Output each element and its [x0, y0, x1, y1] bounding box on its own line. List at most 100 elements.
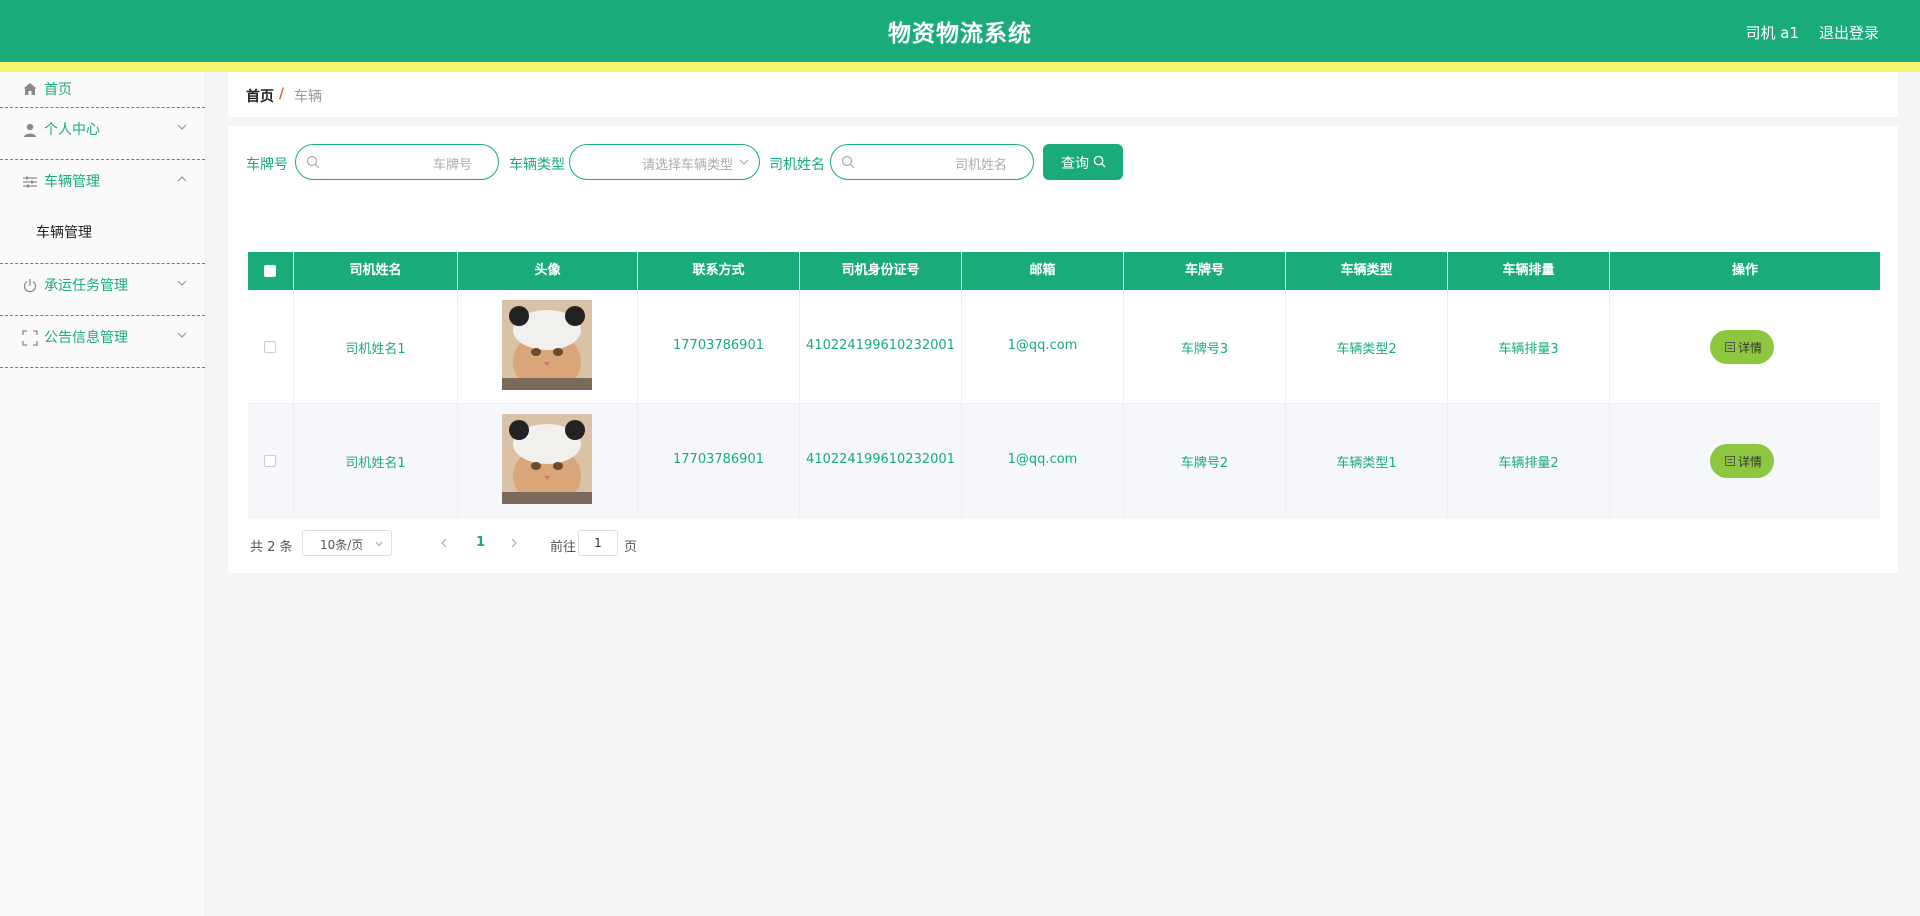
id-card-cell: 410224199610232001 [800, 404, 962, 518]
logout-link[interactable]: 退出登录 [1819, 22, 1879, 43]
detail-button-label: 详情 [1738, 455, 1763, 469]
sliders-icon [23, 176, 37, 188]
sidebar-item-label: 公告信息管理 [44, 330, 128, 346]
driver-name-search-input[interactable]: 司机姓名 [830, 144, 1034, 180]
driver-name: 司机姓名1 [345, 342, 406, 357]
plate: 车牌号3 [1180, 342, 1229, 357]
document-icon [1725, 342, 1735, 352]
phone-cell: 17703786901 [638, 404, 800, 518]
document-icon [1725, 456, 1735, 466]
phone-cell: 17703786901 [638, 290, 800, 404]
app-title: 物资物流系统 [888, 21, 1032, 47]
sidebar-item-label: 车辆管理 [44, 174, 100, 190]
type-cell: 车辆类型2 [1286, 290, 1448, 404]
sidebar-item-home[interactable]: 首页 [0, 72, 205, 108]
home-icon [23, 83, 37, 95]
column-header: 司机姓名 [294, 252, 458, 290]
breadcrumb-separator: / [279, 86, 285, 102]
sidebar-item-announcements[interactable]: 公告信息管理 [0, 316, 205, 368]
phone: 17703786901 [673, 338, 764, 353]
search-icon [306, 155, 320, 169]
driver-name-placeholder: 司机姓名 [954, 158, 1007, 173]
select-all-checkbox[interactable] [264, 265, 276, 277]
detail-button[interactable]: 详情 [1710, 444, 1774, 478]
avatar-cell [458, 290, 638, 404]
plate-search-input[interactable]: 车牌号 [295, 144, 499, 180]
id-card: 410224199610232001 [806, 338, 955, 353]
avatar-cell [458, 404, 638, 518]
sidebar-item-vehicle-management[interactable]: 车辆管理 车辆管理 [0, 160, 205, 264]
goto-page-input[interactable]: 1 [578, 530, 618, 556]
displacement: 车辆排量2 [1498, 456, 1559, 471]
breadcrumb-home[interactable]: 首页 [246, 86, 274, 106]
plate-cell: 车牌号3 [1124, 290, 1286, 404]
page-suffix: 页 [624, 540, 638, 555]
email-cell: 1@qq.com [962, 290, 1124, 404]
email-cell: 1@qq.com [962, 404, 1124, 518]
sidebar-item-label: 首页 [44, 82, 72, 98]
current-user: 司机 a1 [1745, 24, 1799, 42]
chevron-down-icon [177, 124, 187, 130]
column-header: 司机身份证号 [800, 252, 962, 290]
vehicle-type-placeholder: 请选择车辆类型 [641, 158, 733, 173]
detail-button[interactable]: 详情 [1710, 330, 1774, 364]
vehicle-type-label: 车辆类型 [509, 157, 565, 173]
sidebar-item-label: 承运任务管理 [44, 278, 128, 294]
header-select-cell [248, 252, 294, 290]
plate-cell: 车牌号2 [1124, 404, 1286, 518]
driver-name-cell: 司机姓名1 [294, 290, 458, 404]
query-button[interactable]: 查询 [1043, 144, 1123, 180]
search-icon [841, 155, 855, 169]
phone: 17703786901 [673, 452, 764, 467]
avatar [502, 300, 592, 390]
query-button-label: 查询 [1061, 156, 1089, 172]
page-size-select[interactable]: 10条/页 [302, 530, 392, 556]
top-header: 物资物流系统 司机 a1 退出登录 [0, 0, 1920, 72]
row-select-cell [248, 404, 294, 518]
chevron-down-icon [177, 280, 187, 286]
row-checkbox[interactable] [264, 341, 276, 353]
submenu-item-vehicle-management[interactable]: 车辆管理 [36, 222, 92, 242]
table-row: 司机姓名1 17703786901 410224199610232001 1@q… [248, 404, 1880, 518]
table-row: 司机姓名1 17703786901 410224199610232001 1@q… [248, 290, 1880, 404]
sidebar-item-personal-center[interactable]: 个人中心 [0, 108, 205, 160]
email: 1@qq.com [1007, 452, 1078, 467]
detail-button-label: 详情 [1738, 341, 1763, 355]
total-count: 共 2 条 [250, 540, 293, 555]
column-header: 车牌号 [1124, 252, 1286, 290]
action-cell: 详情 [1610, 404, 1880, 518]
chevron-down-icon [375, 541, 383, 547]
prev-page-icon[interactable] [440, 538, 448, 548]
row-select-cell [248, 290, 294, 404]
driver-name-cell: 司机姓名1 [294, 404, 458, 518]
row-checkbox[interactable] [264, 455, 276, 467]
sidebar: 首页 个人中心 车辆管理 车辆管理 承运任务管理 公告信息管理 [0, 72, 206, 916]
page-number[interactable]: 1 [476, 535, 485, 550]
vehicle-type: 车辆类型2 [1336, 342, 1397, 357]
page-size-value: 10条/页 [320, 538, 364, 552]
displacement-cell: 车辆排量2 [1448, 404, 1610, 518]
fullscreen-icon [22, 330, 38, 346]
driver-name-label: 司机姓名 [769, 157, 825, 173]
chevron-down-icon [739, 159, 749, 165]
goto-label: 前往 [550, 540, 577, 555]
user-icon [24, 123, 36, 137]
cat-photo [502, 414, 592, 504]
next-page-icon[interactable] [510, 538, 518, 548]
sidebar-item-transport-tasks[interactable]: 承运任务管理 [0, 264, 205, 316]
main-content: 车牌号 车牌号 车辆类型 请选择车辆类型 司机姓名 司机姓名 查询 司机姓名 头… [228, 126, 1898, 573]
avatar [502, 414, 592, 504]
cat-photo [502, 300, 592, 390]
breadcrumb: 首页 / 车辆 [228, 72, 1898, 117]
column-header: 邮箱 [962, 252, 1124, 290]
plate: 车牌号2 [1180, 456, 1229, 471]
column-header: 联系方式 [638, 252, 800, 290]
column-header: 车辆排量 [1448, 252, 1610, 290]
column-header: 头像 [458, 252, 638, 290]
vehicle-type: 车辆类型1 [1336, 456, 1397, 471]
sidebar-item-label: 个人中心 [44, 122, 100, 138]
id-card-cell: 410224199610232001 [800, 290, 962, 404]
type-cell: 车辆类型1 [1286, 404, 1448, 518]
vehicle-type-select[interactable]: 请选择车辆类型 [569, 144, 760, 180]
column-header: 操作 [1731, 263, 1758, 278]
